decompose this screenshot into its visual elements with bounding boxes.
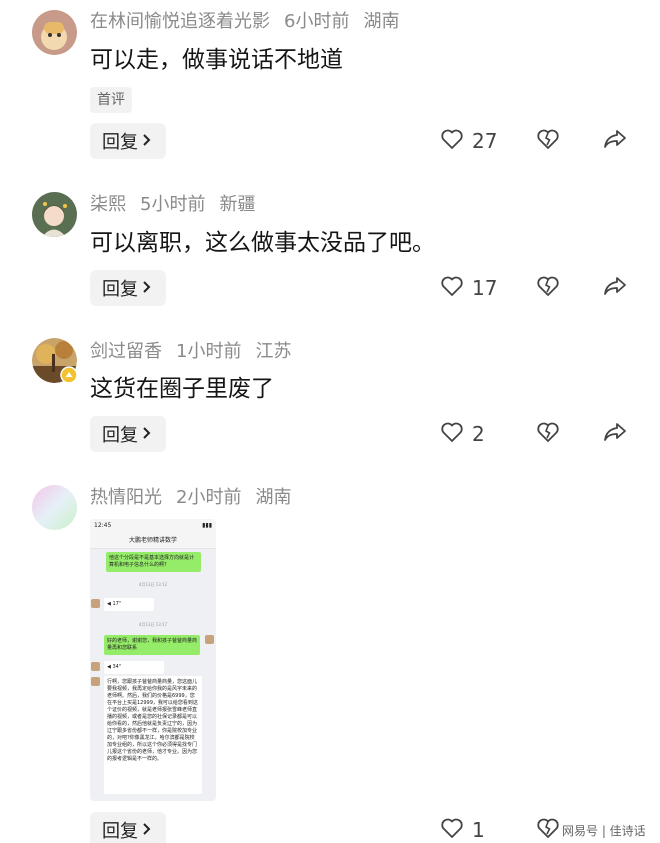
username[interactable]: 剑过留香 — [90, 341, 162, 362]
like-button[interactable]: 2 — [440, 416, 485, 452]
share-arrow-icon — [603, 128, 627, 154]
heart-outline-icon — [440, 275, 472, 302]
broken-heart-icon — [536, 128, 560, 154]
dislike-button[interactable] — [536, 270, 560, 306]
timestamp: 1小时前 — [176, 341, 242, 362]
reply-button[interactable]: 回复 — [90, 270, 166, 306]
avatar[interactable] — [32, 10, 77, 55]
broken-heart-icon — [536, 817, 560, 843]
like-button[interactable]: 17 — [440, 270, 497, 306]
chevron-right-icon — [142, 279, 152, 298]
like-button[interactable]: 27 — [440, 123, 497, 159]
location: 湖南 — [363, 11, 400, 32]
voice-message: ◀ 34" — [104, 661, 164, 674]
comment-meta: 剑过留香 1小时前 江苏 — [90, 340, 305, 364]
chat-avatar — [91, 677, 100, 686]
heart-outline-icon — [440, 817, 472, 843]
timestamp: 6小时前 — [284, 11, 350, 32]
location: 湖南 — [255, 487, 292, 508]
like-count: 1 — [472, 818, 485, 842]
avatar[interactable] — [32, 485, 77, 530]
share-button[interactable] — [603, 416, 627, 452]
share-button[interactable] — [603, 270, 627, 306]
heart-outline-icon — [440, 128, 472, 155]
timestamp: 2小时前 — [176, 487, 242, 508]
voice-message: ◀ 17" — [104, 598, 154, 611]
broken-heart-icon — [536, 275, 560, 301]
chat-message: 行啊，您跟孩子爸爸商量商量，您这面儿要我视频，我再定给你我的是风字未来的老师啊。… — [104, 676, 202, 794]
like-count: 17 — [472, 276, 498, 300]
chevron-right-icon — [142, 821, 152, 840]
like-count: 2 — [472, 422, 485, 446]
battery-icon: ▮▮▮ — [202, 522, 212, 529]
chat-avatar — [205, 635, 214, 644]
chat-avatar — [91, 662, 100, 671]
like-button[interactable]: 1 — [440, 812, 485, 843]
chat-timestamp: 4月13日 13:17 — [138, 622, 168, 627]
phone-status-bar: 12:45 ▮▮▮ — [90, 519, 216, 533]
share-arrow-icon — [603, 275, 627, 301]
reply-label: 回复 — [102, 279, 138, 300]
username[interactable]: 热情阳光 — [90, 487, 162, 508]
heart-outline-icon — [440, 421, 472, 448]
share-button[interactable] — [603, 123, 627, 159]
attached-chat-screenshot[interactable]: 12:45 ▮▮▮ 大鹏老师精讲数学 他这个分段是不是基本选择方向就是计算机和电… — [90, 519, 216, 801]
chat-message: 他这个分段是不是基本选择方向就是计算机和电子信息什么的啊? — [106, 552, 201, 572]
dislike-button[interactable] — [536, 812, 560, 843]
chevron-right-icon — [142, 425, 152, 444]
username[interactable]: 柒熙 — [90, 194, 126, 215]
chat-timestamp: 4月13日 13:12 — [138, 582, 168, 587]
comment-text: 这货在圈子里废了 — [90, 376, 274, 402]
verified-badge-icon — [60, 366, 78, 388]
chat-title: 大鹏老师精讲数学 — [90, 533, 216, 549]
comment-text: 可以走，做事说话不地道 — [90, 47, 343, 73]
first-comment-tag: 首评 — [90, 87, 132, 113]
watermark: 网易号 | 佳诗话 — [562, 824, 646, 838]
reply-label: 回复 — [102, 821, 138, 842]
avatar[interactable] — [32, 338, 78, 384]
reply-button[interactable]: 回复 — [90, 416, 166, 452]
share-arrow-icon — [603, 421, 627, 447]
status-time: 12:45 — [94, 522, 112, 529]
username[interactable]: 在林间愉悦追逐着光影 — [90, 11, 270, 32]
reply-label: 回复 — [102, 425, 138, 446]
reply-button[interactable]: 回复 — [90, 812, 166, 843]
chevron-right-icon — [142, 132, 152, 151]
comment-meta: 在林间愉悦追逐着光影 6小时前 湖南 — [90, 10, 413, 34]
location: 江苏 — [255, 341, 292, 362]
comment-meta: 热情阳光 2小时前 湖南 — [90, 486, 305, 510]
location: 新疆 — [219, 194, 256, 215]
broken-heart-icon — [536, 421, 560, 447]
reply-button[interactable]: 回复 — [90, 123, 166, 159]
chat-avatar — [91, 599, 100, 608]
like-count: 27 — [472, 129, 498, 153]
chat-message: 好的老师，谢谢您，我和孩子爸爸商量商量再和您联系 — [104, 635, 200, 655]
dislike-button[interactable] — [536, 416, 560, 452]
comment-text: 可以离职，这么做事太没品了吧。 — [90, 230, 435, 256]
timestamp: 5小时前 — [140, 194, 206, 215]
dislike-button[interactable] — [536, 123, 560, 159]
comment-meta: 柒熙 5小时前 新疆 — [90, 193, 269, 217]
reply-label: 回复 — [102, 132, 138, 153]
avatar[interactable] — [32, 192, 77, 237]
